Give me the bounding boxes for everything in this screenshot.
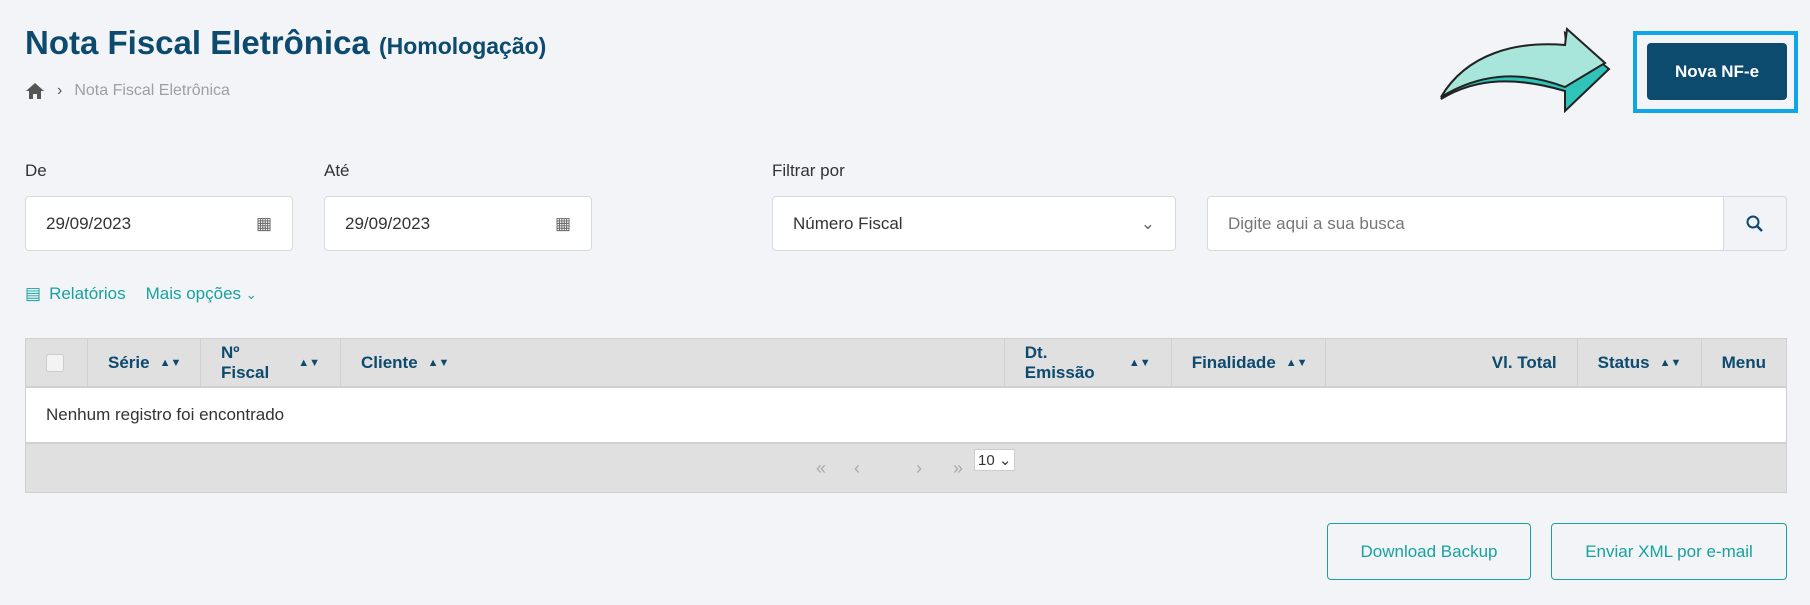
options-bar: ▤ Relatórios Mais opções ⌄ [25, 284, 257, 304]
col-label: Série [108, 352, 150, 372]
col-vl-total: Vl. Total [1326, 339, 1578, 386]
col-serie[interactable]: Série ▲▼ [88, 339, 201, 386]
sort-icon: ▲▼ [1659, 356, 1682, 369]
from-label: De [25, 161, 47, 180]
filter-select[interactable]: Número Fiscal ⌄ [772, 196, 1176, 251]
page-size-select[interactable]: 10 ⌄ [974, 449, 1016, 471]
reports-link[interactable]: ▤ Relatórios [25, 284, 126, 304]
col-cliente[interactable]: Cliente ▲▼ [341, 339, 1005, 386]
breadcrumb-current: Nota Fiscal Eletrônica [74, 82, 230, 99]
send-xml-email-button[interactable]: Enviar XML por e-mail [1551, 523, 1787, 580]
col-finalidade[interactable]: Finalidade ▲▼ [1172, 339, 1326, 386]
to-label: Até [324, 161, 350, 180]
new-nfe-button[interactable]: Nova NF-e [1647, 43, 1787, 100]
col-dt-emissao[interactable]: Dt. Emissão ▲▼ [1005, 339, 1172, 386]
empty-row: Nenhum registro foi encontrado [26, 388, 1786, 444]
more-options-label: Mais opções [145, 284, 242, 303]
select-all-cell [26, 339, 88, 386]
title-text: Nota Fiscal Eletrônica [25, 24, 370, 61]
to-date-value: 29/09/2023 [345, 213, 431, 233]
page-title: Nota Fiscal Eletrônica (Homologação) [25, 24, 546, 62]
chevron-down-icon: ⌄ [245, 287, 257, 302]
sort-icon: ▲▼ [427, 356, 450, 369]
col-label: Cliente [360, 352, 418, 372]
next-page-icon[interactable]: › [916, 458, 922, 479]
pagination: « ‹ › » 10 ⌄ [26, 444, 1786, 492]
to-date-input[interactable]: 29/09/2023 ▦ [324, 196, 592, 251]
breadcrumb: › Nota Fiscal Eletrônica [25, 82, 230, 100]
sort-icon: ▲▼ [298, 356, 320, 369]
from-date-value: 29/09/2023 [46, 213, 132, 233]
table-header: Série ▲▼ Nº Fiscal ▲▼ Cliente ▲▼ Dt. Emissã… [26, 339, 1786, 388]
col-label: Vl. Total [1491, 352, 1557, 372]
filter-label: Filtrar por [772, 161, 845, 180]
col-menu: Menu [1702, 339, 1786, 386]
search-button[interactable] [1723, 197, 1786, 250]
calendar-icon[interactable]: ▦ [555, 214, 571, 234]
more-options-dropdown[interactable]: Mais opções ⌄ [146, 284, 257, 304]
last-page-icon[interactable]: » [953, 458, 963, 479]
col-label: Nº Fiscal [221, 342, 270, 382]
col-status[interactable]: Status ▲▼ [1578, 339, 1702, 386]
chevron-right-icon: › [57, 82, 63, 99]
home-icon[interactable] [25, 82, 45, 100]
col-label: Finalidade [1191, 352, 1276, 372]
chevron-down-icon: ⌄ [1140, 213, 1155, 233]
invoice-table: Série ▲▼ Nº Fiscal ▲▼ Cliente ▲▼ Dt. Emissã… [25, 338, 1787, 493]
search-placeholder: Digite aqui a sua busca [1228, 213, 1405, 233]
first-page-icon[interactable]: « [816, 458, 826, 479]
title-env: (Homologação) [378, 33, 547, 59]
reports-label: Relatórios [49, 284, 126, 303]
prev-page-icon[interactable]: ‹ [854, 458, 860, 479]
filter-value: Número Fiscal [793, 213, 903, 233]
from-date-input[interactable]: 29/09/2023 ▦ [25, 196, 293, 251]
sort-icon: ▲▼ [1285, 356, 1308, 369]
reports-icon: ▤ [25, 284, 42, 303]
page-size-value: 10 [978, 452, 995, 469]
sort-icon: ▲▼ [1128, 356, 1151, 369]
search-input[interactable]: Digite aqui a sua busca [1207, 196, 1787, 251]
col-label: Menu [1721, 352, 1767, 372]
arrow-illustration-icon [1440, 26, 1611, 113]
col-numero-fiscal[interactable]: Nº Fiscal ▲▼ [201, 339, 341, 386]
search-icon [1746, 215, 1763, 232]
select-all-checkbox[interactable] [46, 353, 64, 372]
col-label: Status [1597, 352, 1650, 372]
download-backup-button[interactable]: Download Backup [1327, 523, 1531, 580]
col-label: Dt. Emissão [1024, 342, 1095, 382]
sort-icon: ▲▼ [159, 356, 182, 369]
calendar-icon[interactable]: ▦ [256, 214, 272, 234]
